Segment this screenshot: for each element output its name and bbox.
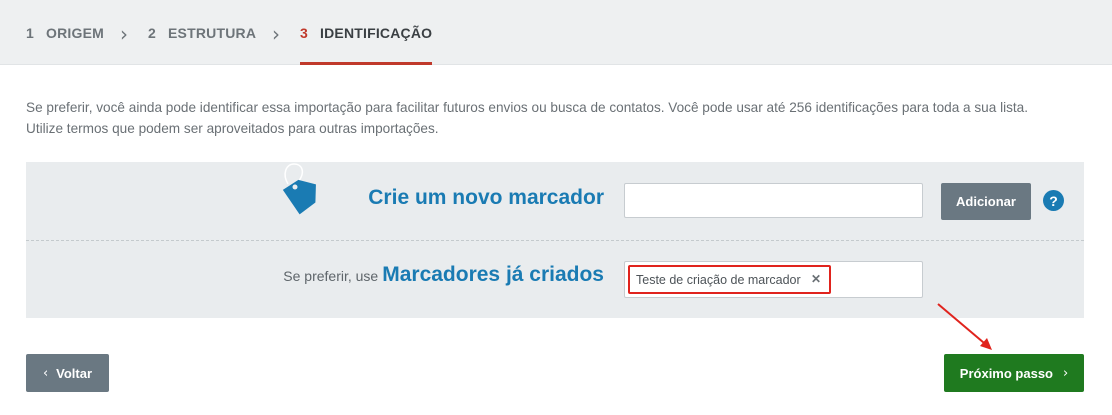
tags-panel: Crie um novo marcador Adicionar ? Se pre… <box>26 162 1084 318</box>
chevron-right-icon: › <box>272 22 280 46</box>
back-button-label: Voltar <box>56 365 93 381</box>
new-tag-input[interactable] <box>624 183 923 218</box>
existing-tags-label: Se preferir, use Marcadores já criados <box>283 263 604 287</box>
selected-tag-label: Teste de criação de marcador <box>636 272 801 287</box>
tag-icon <box>282 163 316 215</box>
description-line: Se preferir, você ainda pode identificar… <box>26 100 1029 115</box>
new-tag-title: Crie um novo marcador <box>368 186 604 209</box>
step-label: ESTRUTURA <box>168 24 257 41</box>
add-tag-button[interactable]: Adicionar <box>941 183 1031 220</box>
step-label: IDENTIFICAÇÃO <box>320 24 433 41</box>
chevron-right-icon: › <box>1063 365 1069 381</box>
wizard-steps: 1 ORIGEM › 2 ESTRUTURA › 3 IDENTIFICAÇÃO <box>0 0 1112 65</box>
description-line: Utilize termos que podem ser aproveitado… <box>26 121 439 136</box>
divider <box>26 240 1084 241</box>
existing-tags-select[interactable]: Teste de criação de marcador ✕ <box>624 261 923 298</box>
step-identificacao[interactable]: 3 IDENTIFICAÇÃO <box>300 0 433 65</box>
chevron-left-icon: ‹ <box>42 365 49 381</box>
import-description: Se preferir, você ainda pode identificar… <box>26 97 1086 139</box>
existing-tags-title: Marcadores já criados <box>382 263 604 286</box>
selected-tag-chip: Teste de criação de marcador ✕ <box>628 265 831 294</box>
close-icon[interactable]: ✕ <box>811 272 821 286</box>
step-label: ORIGEM <box>46 24 104 41</box>
step-estrutura[interactable]: 2 ESTRUTURA <box>148 0 256 65</box>
back-button[interactable]: ‹ Voltar <box>26 354 109 392</box>
next-button-label: Próximo passo <box>959 365 1053 381</box>
help-icon[interactable]: ? <box>1043 190 1064 211</box>
next-step-button[interactable]: Próximo passo › <box>944 354 1084 392</box>
step-number: 1 <box>26 24 34 41</box>
step-origem[interactable]: 1 ORIGEM <box>26 0 104 65</box>
step-number: 2 <box>148 24 156 41</box>
step-number: 3 <box>300 24 308 41</box>
existing-tags-prefix: Se preferir, use <box>283 268 379 284</box>
chevron-right-icon: › <box>120 22 128 46</box>
annotation-arrow-icon <box>937 303 992 350</box>
